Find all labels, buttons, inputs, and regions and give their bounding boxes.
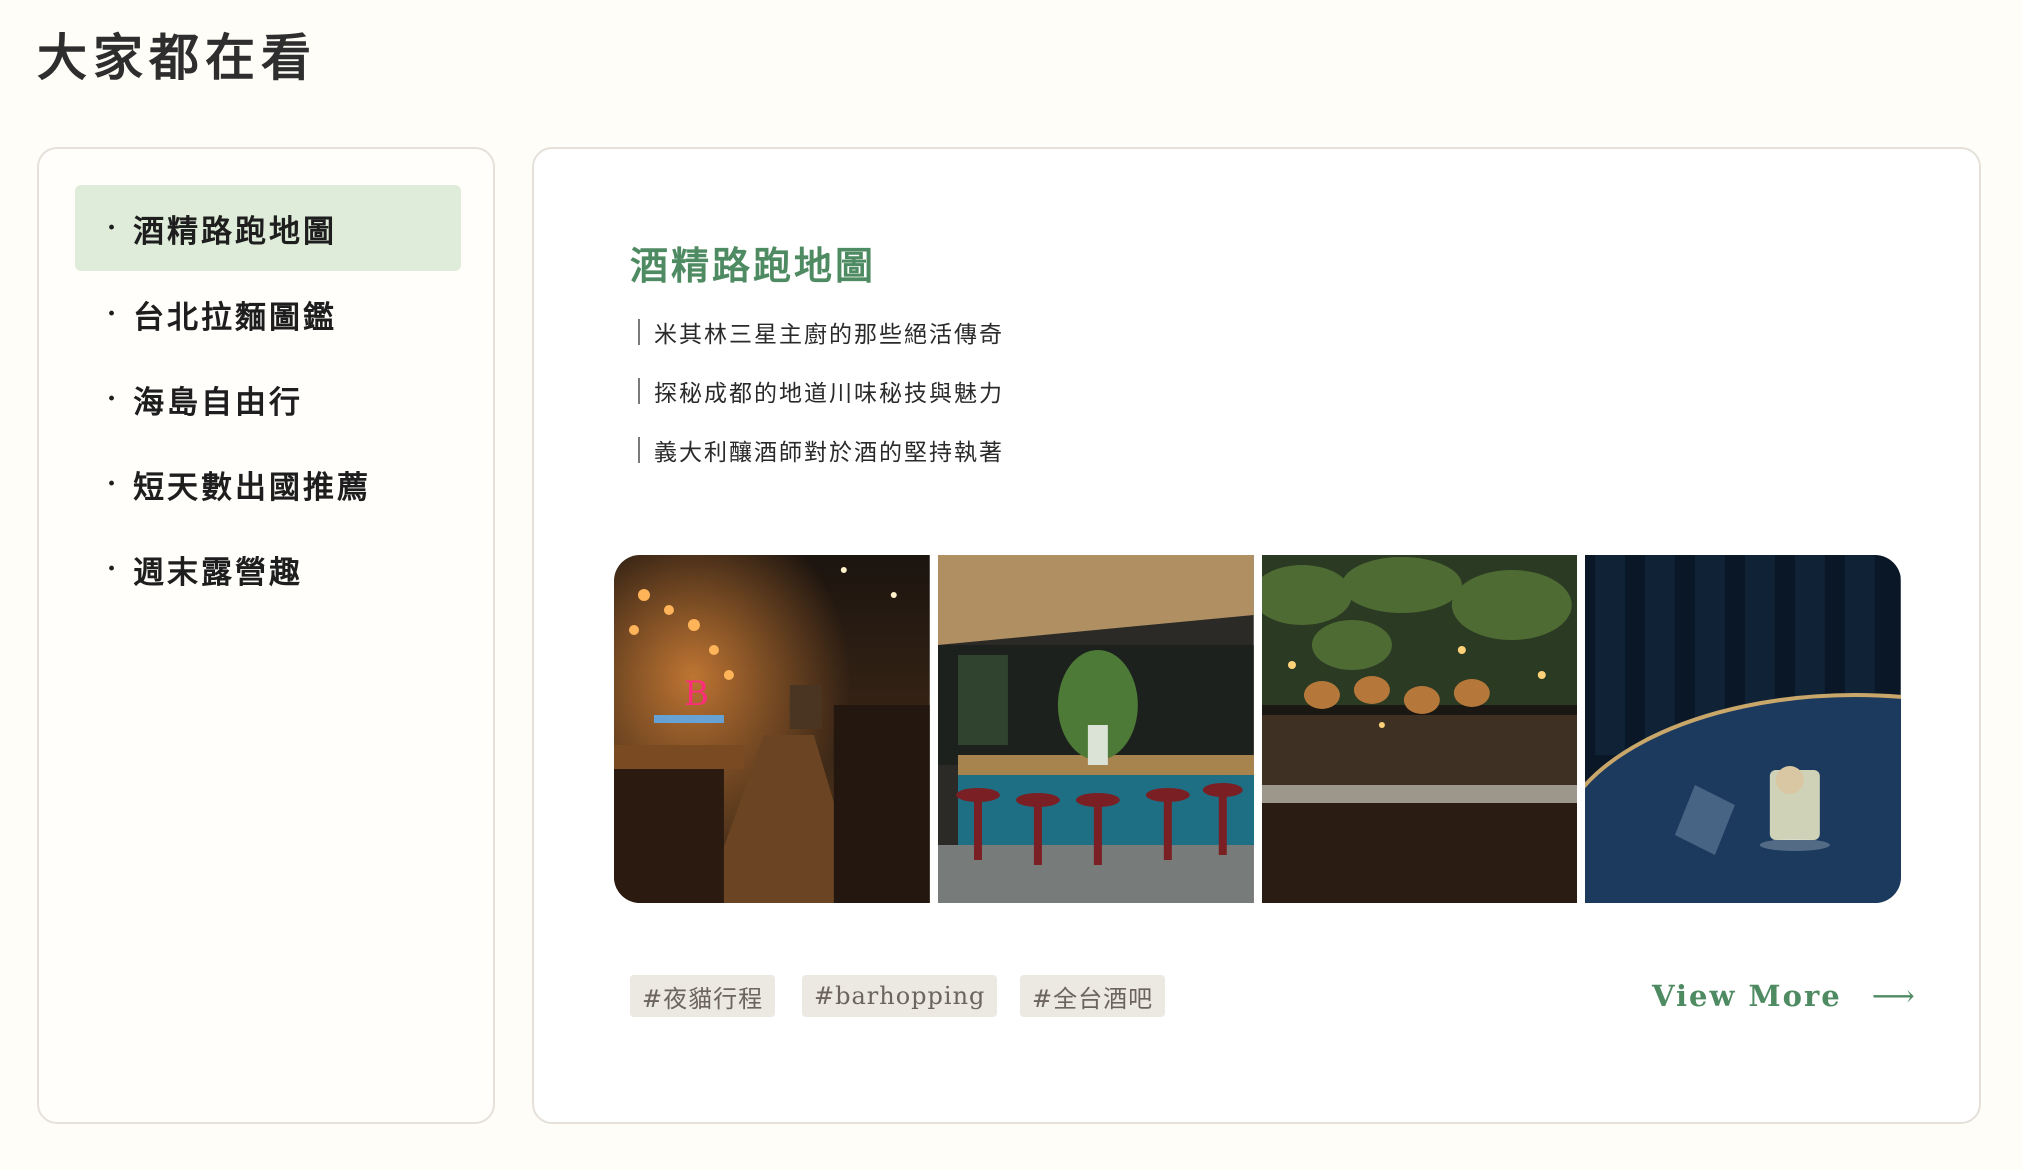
- divider: [638, 378, 640, 404]
- sidebar-item-label: 週末露營趣: [133, 554, 304, 591]
- category-sidebar: · 酒精路跑地圖 · 台北拉麵圖鑑 · 海島自由行 · 短天數出國推薦 · 週末…: [37, 147, 495, 1124]
- svg-text:B: B: [684, 674, 709, 714]
- article-link[interactable]: 義大利釀酒師對於酒的堅持執著: [638, 433, 1004, 467]
- article-title: 探秘成都的地道川味秘技與魅力: [654, 381, 1004, 407]
- featured-card: 酒精路跑地圖 米其林三星主廚的那些絕活傳奇 探秘成都的地道川味秘技與魅力 義大利…: [532, 147, 1981, 1124]
- article-link[interactable]: 探秘成都的地道川味秘技與魅力: [638, 374, 1004, 408]
- divider: [638, 437, 640, 463]
- tag-taiwan-bars[interactable]: #全台酒吧: [1020, 975, 1166, 1017]
- feature-title: 酒精路跑地圖: [630, 243, 877, 288]
- sidebar-item-weekend-camping[interactable]: · 週末露營趣: [75, 526, 461, 612]
- bullet-icon: ·: [107, 213, 120, 243]
- sidebar-item-taipei-ramen-guide[interactable]: · 台北拉麵圖鑑: [75, 271, 461, 357]
- sidebar-item-label: 海島自由行: [133, 384, 304, 421]
- photo-gallery: B: [614, 555, 1901, 903]
- bullet-icon: ·: [107, 299, 120, 329]
- tag-night-owl[interactable]: #夜貓行程: [630, 975, 776, 1017]
- bar-interior-photo[interactable]: B: [614, 555, 930, 903]
- sidebar-item-short-trips-abroad[interactable]: · 短天數出國推薦: [75, 441, 461, 527]
- sidebar-item-island-trip[interactable]: · 海島自由行: [75, 356, 461, 442]
- bullet-icon: ·: [107, 384, 120, 414]
- divider: [638, 319, 640, 345]
- article-link[interactable]: 米其林三星主廚的那些絕活傳奇: [638, 315, 1004, 349]
- sidebar-item-label: 台北拉麵圖鑑: [133, 299, 338, 336]
- garden-bar-photo[interactable]: [1261, 555, 1578, 903]
- bullet-icon: ·: [107, 469, 120, 499]
- bullet-icon: ·: [107, 554, 120, 584]
- page-title: 大家都在看: [37, 28, 317, 87]
- sidebar-item-alcohol-run-map[interactable]: · 酒精路跑地圖: [75, 185, 461, 271]
- sidebar-item-label: 酒精路跑地圖: [133, 213, 338, 250]
- article-title: 米其林三星主廚的那些絕活傳奇: [654, 322, 1004, 348]
- tag-barhopping[interactable]: #barhopping: [802, 975, 998, 1017]
- view-more-label: View More: [1652, 979, 1842, 1013]
- article-title: 義大利釀酒師對於酒的堅持執著: [654, 440, 1004, 466]
- view-more-button[interactable]: View More ⟶: [1652, 969, 1917, 1023]
- sidebar-item-label: 短天數出國推薦: [133, 469, 372, 506]
- arrow-right-icon: ⟶: [1871, 978, 1917, 1014]
- teal-bar-photo[interactable]: [937, 555, 1254, 903]
- cocktail-photo[interactable]: [1585, 555, 1901, 903]
